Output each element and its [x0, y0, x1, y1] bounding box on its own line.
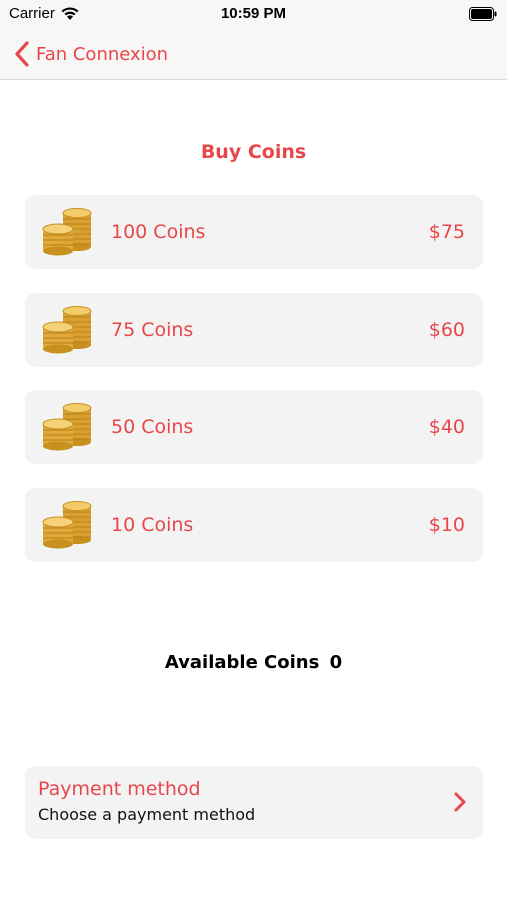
status-time: 10:59 PM [220, 5, 287, 22]
coin-package-price: $75 [428, 221, 465, 243]
coin-package-row[interactable]: 100 Coins $75 [25, 195, 483, 269]
page-title: Buy Coins [200, 141, 307, 163]
chevron-right-icon [454, 792, 466, 812]
coin-package-row[interactable]: 50 Coins $40 [25, 390, 483, 464]
coin-stack-icon [42, 501, 92, 549]
coin-package-label: 10 Coins [111, 514, 194, 536]
coin-package-row[interactable]: 10 Coins $10 [25, 488, 483, 562]
coin-package-price: $40 [428, 416, 465, 438]
payment-method-subtitle: Choose a payment method [38, 805, 256, 824]
coin-package-price: $10 [428, 514, 465, 536]
coin-stack-icon [42, 306, 92, 354]
coin-package-label: 100 Coins [111, 221, 206, 243]
coin-stack-icon [42, 208, 92, 256]
chevron-left-icon [15, 41, 29, 67]
coin-package-label: 50 Coins [111, 416, 194, 438]
payment-method-row[interactable]: Payment method Choose a payment method [25, 766, 483, 839]
payment-method-title: Payment method [38, 778, 201, 800]
back-button[interactable]: Fan Connexion [14, 39, 168, 69]
available-coins: Available Coins 0 [0, 652, 507, 673]
coin-package-row[interactable]: 75 Coins $60 [25, 293, 483, 367]
available-coins-label: Available Coins [164, 652, 320, 673]
navigation-bar: Fan Connexion [0, 28, 507, 80]
coin-package-label: 75 Coins [111, 319, 194, 341]
back-label: Fan Connexion [36, 43, 169, 65]
available-coins-count: 0 [329, 652, 343, 673]
status-bar: Carrier 10:59 PM [0, 0, 507, 28]
coin-package-price: $60 [428, 319, 465, 341]
coin-stack-icon [42, 403, 92, 451]
battery-icon [469, 7, 497, 21]
